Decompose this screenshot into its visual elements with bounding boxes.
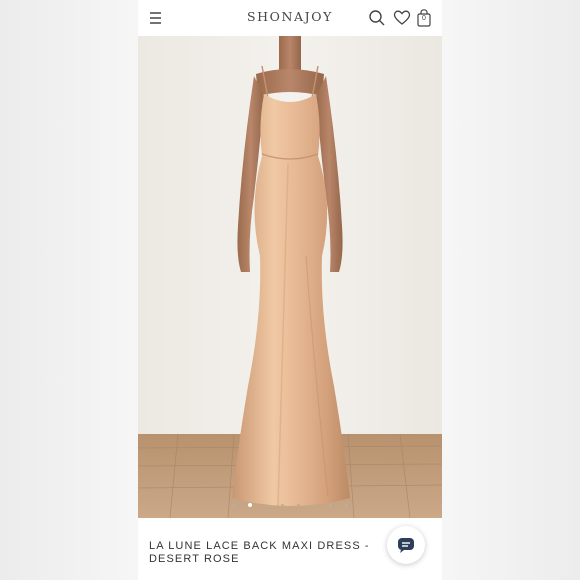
carousel-dot[interactable] bbox=[232, 504, 235, 507]
right-backdrop bbox=[442, 0, 580, 580]
phone-screen: SHONAJOY 0 LA LUNE LACE BACK MAXI DRESS … bbox=[138, 0, 442, 580]
carousel-dot[interactable] bbox=[329, 504, 332, 507]
brand-logo[interactable]: SHONAJOY bbox=[228, 9, 352, 24]
product-title: LA LUNE LACE BACK MAXI DRESS - DESERT RO… bbox=[149, 540, 389, 566]
carousel-dots bbox=[138, 502, 442, 510]
product-title-line2: DESERT ROSE bbox=[149, 553, 240, 565]
wishlist-button[interactable] bbox=[392, 8, 412, 28]
heart-icon bbox=[392, 8, 412, 28]
carousel-dot[interactable] bbox=[281, 504, 284, 507]
chat-button[interactable] bbox=[387, 526, 425, 564]
carousel-dot[interactable] bbox=[265, 504, 268, 507]
carousel-dot[interactable] bbox=[248, 503, 252, 507]
carousel-dot[interactable] bbox=[297, 504, 300, 507]
bag-button[interactable]: 0 bbox=[416, 8, 436, 28]
bag-count: 0 bbox=[422, 15, 426, 22]
chat-icon bbox=[397, 537, 415, 558]
search-button[interactable] bbox=[367, 8, 387, 28]
menu-button[interactable] bbox=[146, 8, 166, 28]
carousel-dot[interactable] bbox=[345, 504, 348, 507]
product-image[interactable] bbox=[138, 36, 442, 518]
product-title-line1: LA LUNE LACE BACK MAXI DRESS - bbox=[149, 540, 370, 552]
left-backdrop bbox=[0, 0, 138, 580]
menu-icon bbox=[146, 12, 166, 32]
site-header: SHONAJOY 0 bbox=[138, 0, 442, 36]
search-icon bbox=[367, 8, 387, 28]
carousel-dot[interactable] bbox=[313, 504, 316, 507]
